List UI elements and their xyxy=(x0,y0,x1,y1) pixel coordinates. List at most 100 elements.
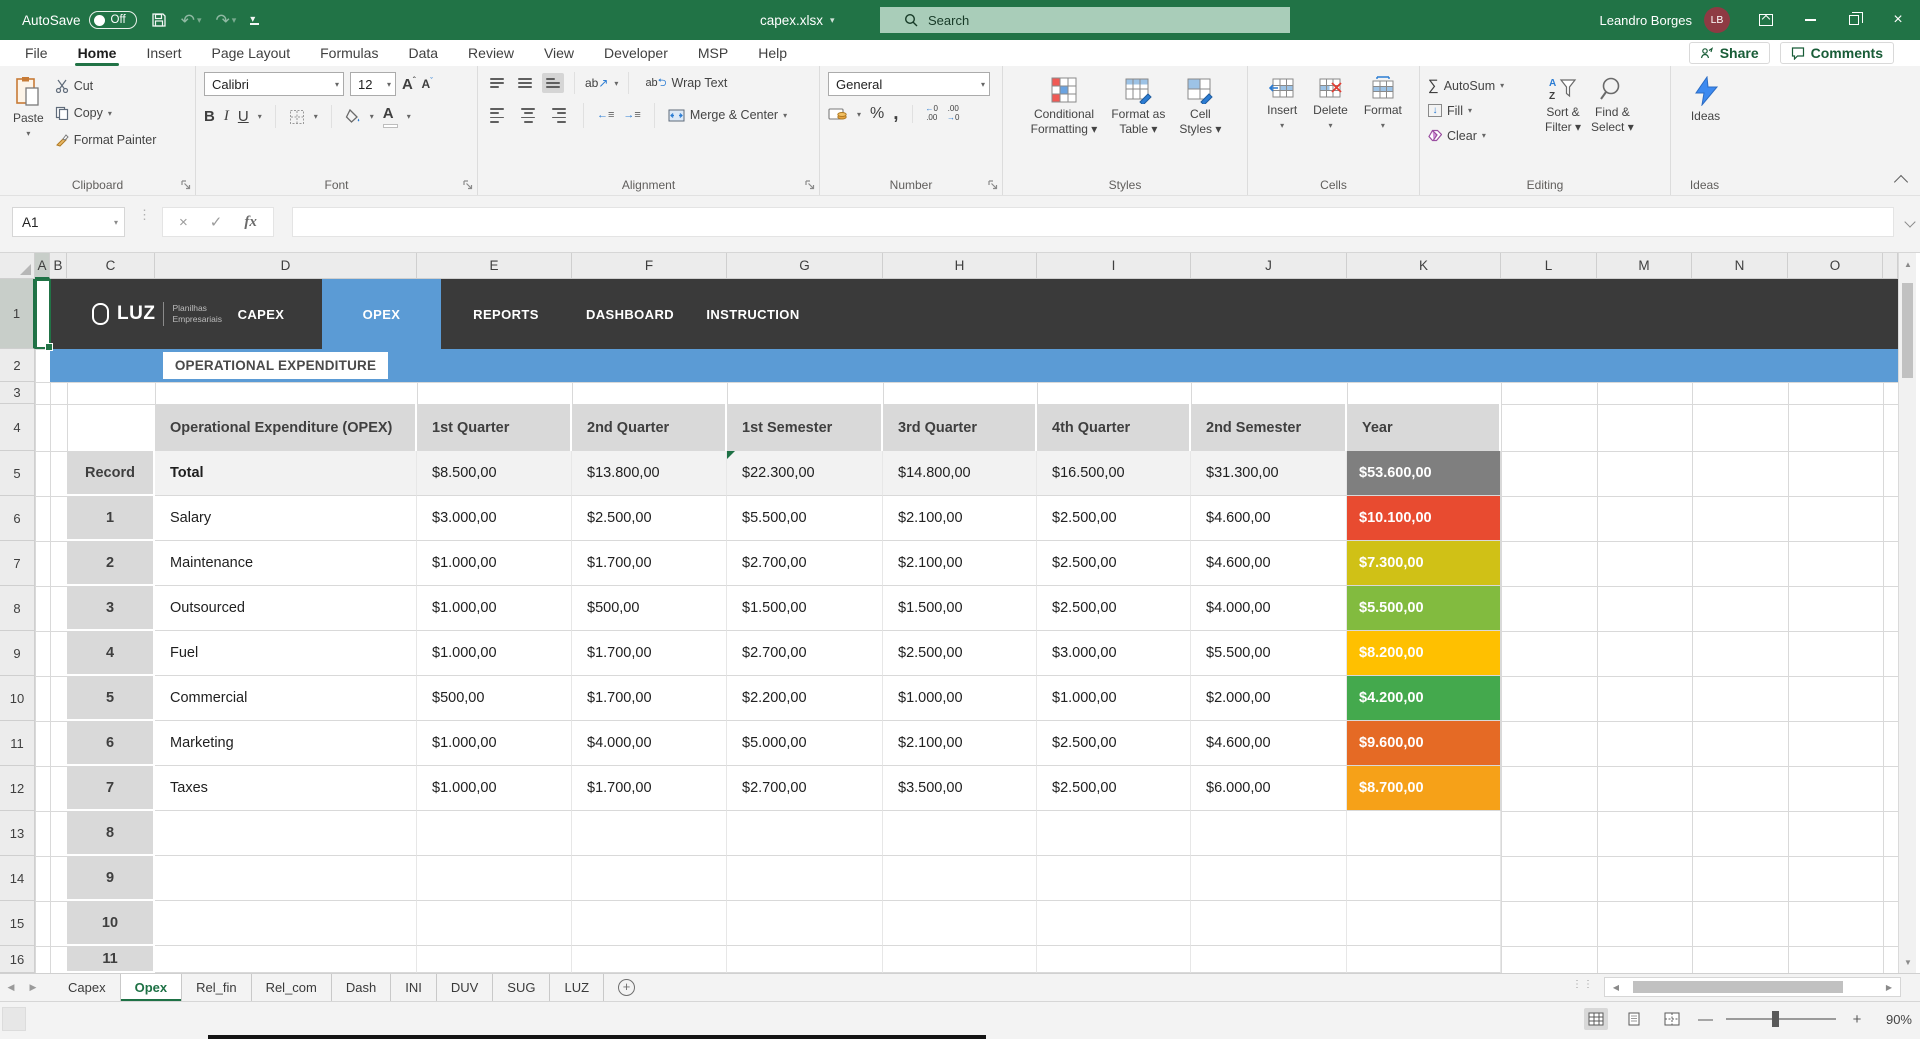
sheet-tab-ini[interactable]: INI xyxy=(391,974,437,1001)
align-right-button[interactable] xyxy=(548,103,570,128)
sheet-nav-right-icon[interactable]: ▶ xyxy=(22,974,44,1001)
menu-tab-view[interactable]: View xyxy=(529,40,589,66)
banner-tab-dashboard[interactable]: DASHBOARD xyxy=(568,279,692,349)
sheet-tab-rel_fin[interactable]: Rel_fin xyxy=(182,974,251,1001)
number-format-combo[interactable]: General▾ xyxy=(828,72,990,96)
banner-tab-reports[interactable]: REPORTS xyxy=(456,279,556,349)
row-header-14[interactable]: 14 xyxy=(0,856,35,901)
tab-scroll-splitter[interactable]: ⋮⋮ xyxy=(1572,979,1594,990)
column-header-E[interactable]: E xyxy=(417,253,572,279)
search-input[interactable]: Search xyxy=(880,7,1290,33)
column-header-K[interactable]: K xyxy=(1347,253,1501,279)
grow-font-button[interactable]: Aˆ xyxy=(402,77,416,92)
selected-cell-a1[interactable] xyxy=(35,279,51,349)
align-top-button[interactable] xyxy=(486,73,508,93)
user-name[interactable]: Leandro Borges xyxy=(1599,13,1692,28)
format-cells-button[interactable]: Format▾ xyxy=(1359,72,1407,175)
copy-button[interactable]: Copy▾ xyxy=(55,102,157,124)
italic-button[interactable]: I xyxy=(224,108,229,125)
shrink-font-button[interactable]: Aˇ xyxy=(422,79,433,90)
row-header-5[interactable]: 5 xyxy=(0,451,35,496)
column-header-M[interactable]: M xyxy=(1597,253,1692,279)
font-size-combo[interactable]: 12▾ xyxy=(350,72,396,96)
find-select-button[interactable]: Find & Select ▾ xyxy=(1586,72,1639,175)
vertical-scrollbar[interactable]: ▲ ▼ xyxy=(1898,253,1916,973)
row-header-3[interactable]: 3 xyxy=(0,382,35,404)
sheet-tab-duv[interactable]: DUV xyxy=(437,974,493,1001)
wrap-text-button[interactable]: ab⮌ Wrap Text xyxy=(645,72,727,94)
clipboard-dialog-launcher-icon[interactable] xyxy=(180,179,192,191)
number-dialog-launcher-icon[interactable] xyxy=(987,179,999,191)
font-color-button[interactable]: A xyxy=(383,105,398,128)
avatar[interactable]: LB xyxy=(1704,7,1730,33)
align-middle-button[interactable] xyxy=(514,73,536,93)
formula-bar-grip[interactable]: ⋮ xyxy=(138,212,142,232)
collapse-ribbon-icon[interactable] xyxy=(1894,175,1908,189)
enter-formula-icon[interactable]: ✓ xyxy=(210,213,223,231)
zoom-slider[interactable] xyxy=(1726,1018,1836,1020)
column-header-O[interactable]: O xyxy=(1788,253,1883,279)
column-header-N[interactable]: N xyxy=(1692,253,1788,279)
delete-cells-button[interactable]: Delete▾ xyxy=(1308,72,1353,175)
customize-quick-access-icon[interactable]: ▾ xyxy=(250,15,259,24)
row-header-1[interactable]: 1 xyxy=(0,279,35,349)
row-header-12[interactable]: 12 xyxy=(0,766,35,811)
menu-tab-formulas[interactable]: Formulas xyxy=(305,40,393,66)
clear-button[interactable]: Clear▾ xyxy=(1428,125,1540,146)
underline-button[interactable]: U xyxy=(238,108,249,125)
format-as-table-button[interactable]: Format as Table ▾ xyxy=(1106,72,1170,175)
banner-tab-instruction[interactable]: INSTRUCTION xyxy=(693,279,813,349)
sort-filter-button[interactable]: AZ Sort & Filter ▾ xyxy=(1540,72,1586,175)
orientation-button[interactable]: ab↗ xyxy=(585,76,608,90)
column-header-F[interactable]: F xyxy=(572,253,727,279)
sheet-tab-luz[interactable]: LUZ xyxy=(550,974,604,1001)
decrease-indent-button[interactable]: ←≡ xyxy=(597,109,614,121)
fill-button[interactable]: ↓Fill▾ xyxy=(1428,100,1540,121)
horizontal-scroll-thumb[interactable] xyxy=(1633,981,1843,993)
row-header-13[interactable]: 13 xyxy=(0,811,35,856)
formula-input[interactable] xyxy=(292,207,1894,237)
align-left-button[interactable] xyxy=(486,103,508,128)
zoom-slider-handle[interactable] xyxy=(1772,1011,1779,1027)
sheet-tab-dash[interactable]: Dash xyxy=(332,974,391,1001)
row-header-2[interactable]: 2 xyxy=(0,349,35,382)
fill-color-button[interactable] xyxy=(345,109,361,124)
borders-button[interactable] xyxy=(289,109,305,125)
menu-tab-msp[interactable]: MSP xyxy=(683,40,743,66)
row-header-10[interactable]: 10 xyxy=(0,676,35,721)
menu-tab-insert[interactable]: Insert xyxy=(131,40,196,66)
increase-decimal-button[interactable]: ←0.00 xyxy=(926,105,938,123)
menu-tab-home[interactable]: Home xyxy=(63,40,132,66)
save-icon[interactable] xyxy=(151,12,167,28)
insert-function-icon[interactable]: fx xyxy=(244,214,257,231)
increase-indent-button[interactable]: →≡ xyxy=(623,109,640,121)
conditional-formatting-button[interactable]: Conditional Formatting ▾ xyxy=(1026,72,1103,175)
zoom-in-icon[interactable]: + xyxy=(1850,1011,1864,1028)
autosave-toggle[interactable]: AutoSave Off xyxy=(22,11,137,29)
menu-tab-review[interactable]: Review xyxy=(453,40,529,66)
restore-button[interactable] xyxy=(1832,0,1876,40)
cell-styles-button[interactable]: Cell Styles ▾ xyxy=(1174,72,1226,175)
accounting-format-icon[interactable] xyxy=(828,107,848,122)
normal-view-icon[interactable] xyxy=(1584,1008,1608,1030)
sheet-tab-opex[interactable]: Opex xyxy=(121,974,183,1001)
sheet-nav-left-icon[interactable]: ◀ xyxy=(0,974,22,1001)
format-painter-button[interactable]: Format Painter xyxy=(55,129,157,151)
merge-center-button[interactable]: Merge & Center▾ xyxy=(668,104,787,126)
ideas-button[interactable]: Ideas xyxy=(1679,72,1732,128)
column-header-H[interactable]: H xyxy=(883,253,1037,279)
page-layout-view-icon[interactable] xyxy=(1622,1008,1646,1030)
ribbon-display-options-icon[interactable] xyxy=(1744,0,1788,40)
redo-button[interactable]: ↷▾ xyxy=(215,12,236,29)
cancel-formula-icon[interactable]: × xyxy=(179,214,188,231)
horizontal-scrollbar[interactable]: ◀ ▶ xyxy=(1604,977,1901,997)
percent-style-button[interactable]: % xyxy=(870,105,884,123)
new-sheet-button[interactable]: + xyxy=(618,979,635,996)
expand-formula-bar-icon[interactable] xyxy=(1904,216,1915,227)
row-header-9[interactable]: 9 xyxy=(0,631,35,676)
sheet-tab-rel_com[interactable]: Rel_com xyxy=(252,974,332,1001)
sheet-tab-sug[interactable]: SUG xyxy=(493,974,550,1001)
bold-button[interactable]: B xyxy=(204,108,215,125)
menu-tab-help[interactable]: Help xyxy=(743,40,802,66)
column-header-I[interactable]: I xyxy=(1037,253,1191,279)
